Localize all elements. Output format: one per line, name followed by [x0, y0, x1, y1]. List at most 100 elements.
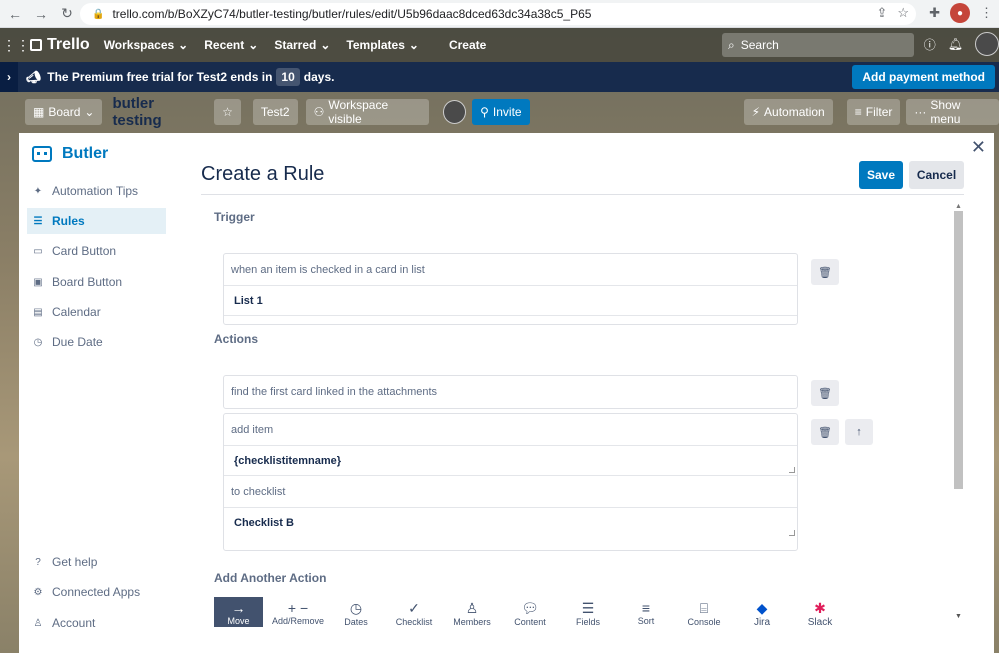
close-icon[interactable]: ✕: [971, 137, 986, 158]
scroll-thumb[interactable]: [954, 211, 963, 489]
nav-starred[interactable]: Starred ⌄: [274, 38, 330, 52]
browser-menu-icon[interactable]: ⋮: [980, 5, 993, 21]
page-title: Create a Rule: [201, 163, 325, 185]
add-user-icon: ⚲: [480, 105, 489, 119]
chevron-down-icon: ⌄: [408, 38, 419, 52]
bell-icon[interactable]: 🔔︎: [948, 37, 963, 51]
action-type-sort[interactable]: ≡ Sort: [617, 597, 675, 627]
save-button[interactable]: Save: [859, 161, 903, 189]
invite-button[interactable]: ⚲ Invite: [472, 99, 530, 125]
scroll-up-icon[interactable]: ▲: [955, 203, 962, 210]
user-icon: ♙: [33, 617, 43, 629]
board-title[interactable]: butler testing: [112, 95, 204, 129]
action-type-members[interactable]: ♙ Members: [443, 597, 501, 627]
star-icon: ☆: [222, 105, 233, 119]
action-type-dates[interactable]: ◷ Dates: [327, 597, 385, 627]
action-type-fields[interactable]: ☰ Fields: [559, 597, 617, 627]
clock-icon: ◷: [349, 600, 363, 616]
board-icon: ▦: [33, 105, 45, 119]
nav-recent[interactable]: Recent ⌄: [204, 38, 258, 52]
trigger-card: when an item is checked in a card in lis…: [223, 253, 798, 325]
info-icon[interactable]: ⓘ: [924, 36, 936, 53]
trigger-list-field[interactable]: List 1: [224, 286, 797, 316]
delete-trigger-button[interactable]: 🗑︎: [811, 259, 839, 285]
automation-button[interactable]: ⚡︎ Automation: [743, 99, 833, 125]
nav-workspaces[interactable]: Workspaces ⌄: [104, 38, 189, 52]
action-type-slack[interactable]: ✱ Slack: [791, 597, 849, 627]
scroll-down-icon[interactable]: ▼: [955, 613, 962, 620]
extensions-icon[interactable]: ✚: [929, 5, 940, 21]
filter-icon: ≡: [854, 105, 862, 119]
trello-logo-icon: [30, 39, 42, 51]
sidebar-item-account[interactable]: ♙ Account: [27, 610, 166, 636]
sidebar-item-connected-apps[interactable]: ⚙ Connected Apps: [27, 579, 166, 605]
action-type-add-remove[interactable]: + − Add/Remove: [269, 597, 327, 627]
create-button[interactable]: Create: [439, 38, 496, 52]
back-icon[interactable]: ←: [4, 3, 26, 25]
butler-modal: ✕ Butler ✦ Automation Tips ☰ Rules ▭ Card B…: [19, 133, 994, 653]
search-icon: ⌕: [728, 37, 735, 52]
url-text: trello.com/b/BoXZyC74/butler-testing/but…: [112, 7, 592, 21]
cancel-button[interactable]: Cancel: [909, 161, 964, 189]
banner-days: 10: [276, 68, 300, 86]
action-card-1: find the first card linked in the attach…: [223, 375, 798, 409]
delete-action-1-button[interactable]: 🗑︎: [811, 380, 839, 406]
trello-logo[interactable]: Trello: [30, 36, 90, 54]
action-type-tabs: → Move + − Add/Remove ◷ Dates ✓ Checklist ♙ M…: [214, 597, 849, 627]
sidebar-item-calendar[interactable]: ▤ Calendar: [27, 299, 166, 325]
delete-action-2-button[interactable]: 🗑︎: [811, 419, 839, 445]
filter-button[interactable]: ≡ Filter: [846, 99, 901, 125]
board-view-button[interactable]: ▦ Board ⌄: [25, 99, 103, 125]
sidebar-item-card-button[interactable]: ▭ Card Button: [27, 238, 166, 264]
workspace-button[interactable]: Test2: [252, 99, 298, 125]
checklist-item-name-field[interactable]: {checklistitemname}: [224, 446, 797, 476]
chevron-down-icon: ⌄: [320, 38, 331, 52]
sidebar-item-board-button[interactable]: ▣ Board Button: [27, 269, 166, 295]
action-type-jira[interactable]: ◆ Jira: [733, 597, 791, 627]
butler-robot-icon: [32, 146, 52, 162]
action-type-console[interactable]: ⌸ Console: [675, 597, 733, 627]
checklist-name-field[interactable]: Checklist B: [224, 508, 797, 538]
chevron-right-icon[interactable]: ›: [0, 62, 18, 92]
reload-icon[interactable]: ↻: [56, 3, 78, 25]
butler-sidebar: Butler ✦ Automation Tips ☰ Rules ▭ Card But…: [19, 133, 169, 653]
address-bar[interactable]: 🔒 trello.com/b/BoXZyC74/butler-testing/b…: [80, 3, 916, 25]
sidebar-item-automation-tips[interactable]: ✦ Automation Tips: [27, 178, 166, 204]
sidebar-item-due-date[interactable]: ◷ Due Date: [27, 329, 166, 355]
scrollbar[interactable]: ▲ ▼: [953, 203, 964, 623]
check-icon: ✓: [408, 600, 420, 616]
search-input[interactable]: ⌕ Search: [722, 33, 914, 57]
action-type-move[interactable]: → Move: [214, 597, 263, 627]
member-avatar[interactable]: [442, 100, 467, 124]
jira-icon: ◆: [756, 600, 768, 616]
profile-avatar[interactable]: ●: [950, 3, 970, 23]
megaphone-icon: 📣︎: [26, 70, 42, 84]
show-menu-button[interactable]: ··· Show menu: [906, 98, 999, 126]
visibility-button[interactable]: ⚇ Workspace visible: [305, 98, 429, 126]
add-payment-button[interactable]: Add payment method: [852, 65, 995, 89]
lock-icon: 🔒: [92, 8, 105, 20]
butler-title: Butler: [32, 145, 108, 163]
clock-icon: ◷: [33, 336, 43, 348]
sidebar-item-rules[interactable]: ☰ Rules: [27, 208, 166, 234]
banner-text-end: days.: [303, 70, 335, 84]
trigger-text: when an item is checked in a card in lis…: [224, 254, 797, 286]
lines-icon: ☰: [581, 600, 595, 616]
star-button[interactable]: ☆: [214, 99, 241, 125]
move-up-button[interactable]: ↑: [845, 419, 873, 445]
forward-icon[interactable]: →: [30, 3, 52, 25]
apps-grid-icon[interactable]: ⋮⋮: [2, 37, 30, 54]
user-avatar[interactable]: [975, 32, 999, 56]
sparkle-icon: ✦: [33, 185, 43, 197]
action-card-2: add item {checklistitemname} to checklis…: [223, 413, 798, 551]
help-icon: ?: [35, 556, 41, 568]
share-icon[interactable]: ⇪: [876, 5, 887, 21]
bookmark-star-icon[interactable]: ☆: [897, 5, 909, 21]
action-type-content[interactable]: 💬︎ Content: [501, 597, 559, 627]
nav-templates[interactable]: Templates ⌄: [346, 38, 419, 52]
trash-icon: 🗑︎: [818, 426, 832, 439]
action-type-checklist[interactable]: ✓ Checklist: [385, 597, 443, 627]
sidebar-item-get-help[interactable]: ? Get help: [27, 549, 166, 575]
divider: [201, 194, 964, 195]
user-icon: ♙: [465, 600, 479, 616]
